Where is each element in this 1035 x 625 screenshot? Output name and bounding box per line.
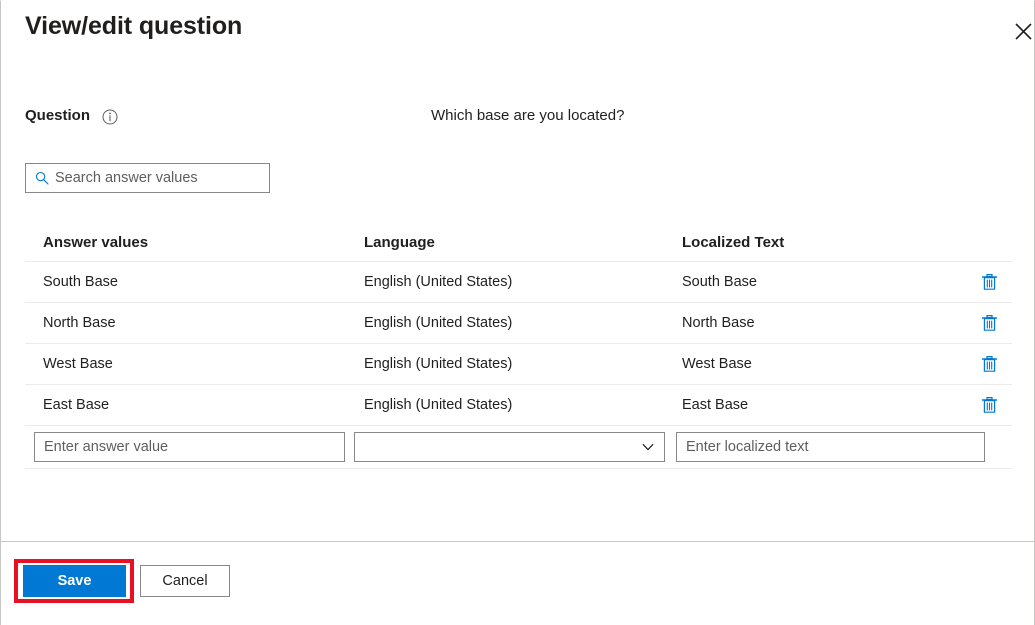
question-label: Question (25, 107, 90, 124)
close-icon-glyph (1015, 23, 1032, 40)
question-row: Question Which base are you located? (1, 105, 1035, 133)
new-localized-text-input[interactable] (676, 432, 985, 462)
cell-actions (967, 351, 1012, 377)
dialog-header: View/edit question (1, 1, 1035, 71)
search-answer-values-box[interactable] (25, 163, 270, 193)
delete-row-button[interactable] (977, 269, 1003, 295)
cancel-button[interactable]: Cancel (140, 565, 230, 597)
delete-row-button[interactable] (977, 392, 1003, 418)
info-icon[interactable] (102, 109, 118, 125)
cell-answer-value: East Base (25, 397, 364, 413)
trash-icon (981, 355, 998, 373)
cell-language: English (United States) (364, 397, 682, 413)
column-header-answer-values: Answer values (25, 234, 364, 251)
new-answer-entry-row (25, 426, 1012, 469)
table-row: South Base English (United States) South… (25, 262, 1012, 303)
cell-localized-text: North Base (682, 315, 967, 331)
search-icon (35, 171, 49, 185)
cell-actions (967, 392, 1012, 418)
cell-localized-text: West Base (682, 356, 967, 372)
column-header-localized-text: Localized Text (682, 234, 967, 251)
cell-language: English (United States) (364, 274, 682, 290)
search-input[interactable] (55, 165, 269, 191)
cell-answer-value: South Base (25, 274, 364, 290)
question-text: Which base are you located? (431, 107, 624, 124)
delete-row-button[interactable] (977, 351, 1003, 377)
trash-icon (981, 273, 998, 291)
delete-row-button[interactable] (977, 310, 1003, 336)
trash-icon (981, 396, 998, 414)
cell-answer-value: North Base (25, 315, 364, 331)
answer-values-table: Answer values Language Localized Text So… (25, 223, 1012, 469)
close-icon[interactable] (1007, 15, 1035, 47)
cell-answer-value: West Base (25, 356, 364, 372)
dialog-footer: Save Cancel (1, 542, 1035, 625)
chevron-down-icon (641, 440, 655, 454)
table-row: West Base English (United States) West B… (25, 344, 1012, 385)
info-icon-glyph (102, 109, 118, 125)
table-row: East Base English (United States) East B… (25, 385, 1012, 426)
trash-icon (981, 314, 998, 332)
view-edit-question-dialog: View/edit question Question Which base a… (0, 0, 1035, 625)
new-answer-value-input[interactable] (34, 432, 345, 462)
cell-localized-text: East Base (682, 397, 967, 413)
cell-actions (967, 310, 1012, 336)
column-header-language: Language (364, 234, 682, 251)
new-language-select[interactable] (354, 432, 665, 462)
cell-language: English (United States) (364, 356, 682, 372)
cell-language: English (United States) (364, 315, 682, 331)
page-title: View/edit question (25, 12, 242, 41)
cell-actions (967, 269, 1012, 295)
table-header-row: Answer values Language Localized Text (25, 223, 1012, 262)
cell-localized-text: South Base (682, 274, 967, 290)
save-button[interactable]: Save (23, 565, 126, 597)
table-row: North Base English (United States) North… (25, 303, 1012, 344)
